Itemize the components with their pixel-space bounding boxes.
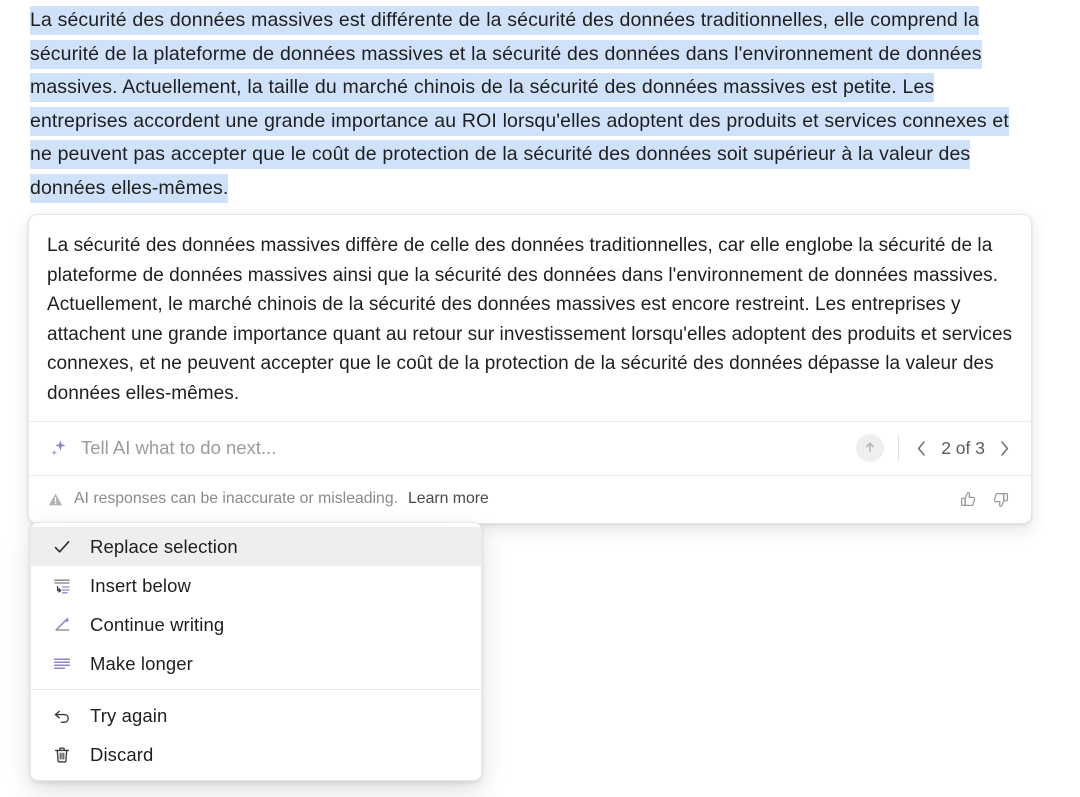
- pencil-icon: [51, 614, 73, 636]
- ai-prompt-row: 2 of 3: [29, 420, 1031, 475]
- menu-item-continue-writing[interactable]: Continue writing: [31, 605, 481, 644]
- menu-item-label: Continue writing: [90, 613, 225, 635]
- menu-item-label: Try again: [90, 704, 168, 726]
- insert-below-icon: [51, 575, 73, 597]
- pagination-label: 2 of 3: [941, 437, 985, 458]
- selected-source-paragraph[interactable]: La sécurité des données massives est dif…: [30, 4, 1010, 206]
- sparkle-icon: [45, 435, 71, 461]
- thumbs-up-icon[interactable]: [955, 486, 981, 512]
- menu-item-replace-selection[interactable]: Replace selection: [31, 527, 481, 566]
- menu-item-try-again[interactable]: Try again: [31, 696, 481, 735]
- ai-action-menu: Replace selection Insert below Continue …: [30, 522, 482, 781]
- menu-item-label: Discard: [90, 743, 154, 765]
- chevron-right-icon[interactable]: [996, 439, 1013, 458]
- ai-disclaimer-text: AI responses can be inaccurate or mislea…: [74, 490, 399, 508]
- menu-item-label: Make longer: [90, 652, 193, 674]
- ai-disclaimer-row: AI responses can be inaccurate or mislea…: [29, 474, 1031, 523]
- make-longer-icon: [51, 653, 73, 675]
- chevron-left-icon[interactable]: [913, 439, 930, 458]
- send-prompt-button[interactable]: [856, 434, 885, 463]
- trash-icon: [51, 744, 73, 766]
- response-pagination: 2 of 3: [913, 438, 1017, 459]
- menu-item-discard[interactable]: Discard: [31, 735, 481, 774]
- ai-prompt-input[interactable]: [71, 433, 857, 464]
- ai-suggestion-card: La sécurité des données massives diffère…: [28, 214, 1032, 524]
- ai-response-text: La sécurité des données massives diffère…: [47, 235, 1013, 404]
- learn-more-link[interactable]: Learn more: [408, 490, 489, 508]
- menu-item-insert-below[interactable]: Insert below: [31, 566, 481, 605]
- thumbs-down-icon[interactable]: [987, 486, 1013, 512]
- menu-separator: [31, 689, 481, 690]
- menu-item-make-longer[interactable]: Make longer: [31, 644, 481, 683]
- menu-item-label: Replace selection: [90, 535, 238, 557]
- warning-triangle-icon: [45, 489, 65, 509]
- arrow-up-circle-icon: [861, 438, 879, 459]
- undo-arrow-icon: [51, 705, 73, 727]
- toolbar-divider: [898, 435, 900, 462]
- menu-item-label: Insert below: [90, 574, 191, 596]
- check-icon: [51, 536, 73, 558]
- selection-highlight-text: La sécurité des données massives est dif…: [30, 6, 1009, 203]
